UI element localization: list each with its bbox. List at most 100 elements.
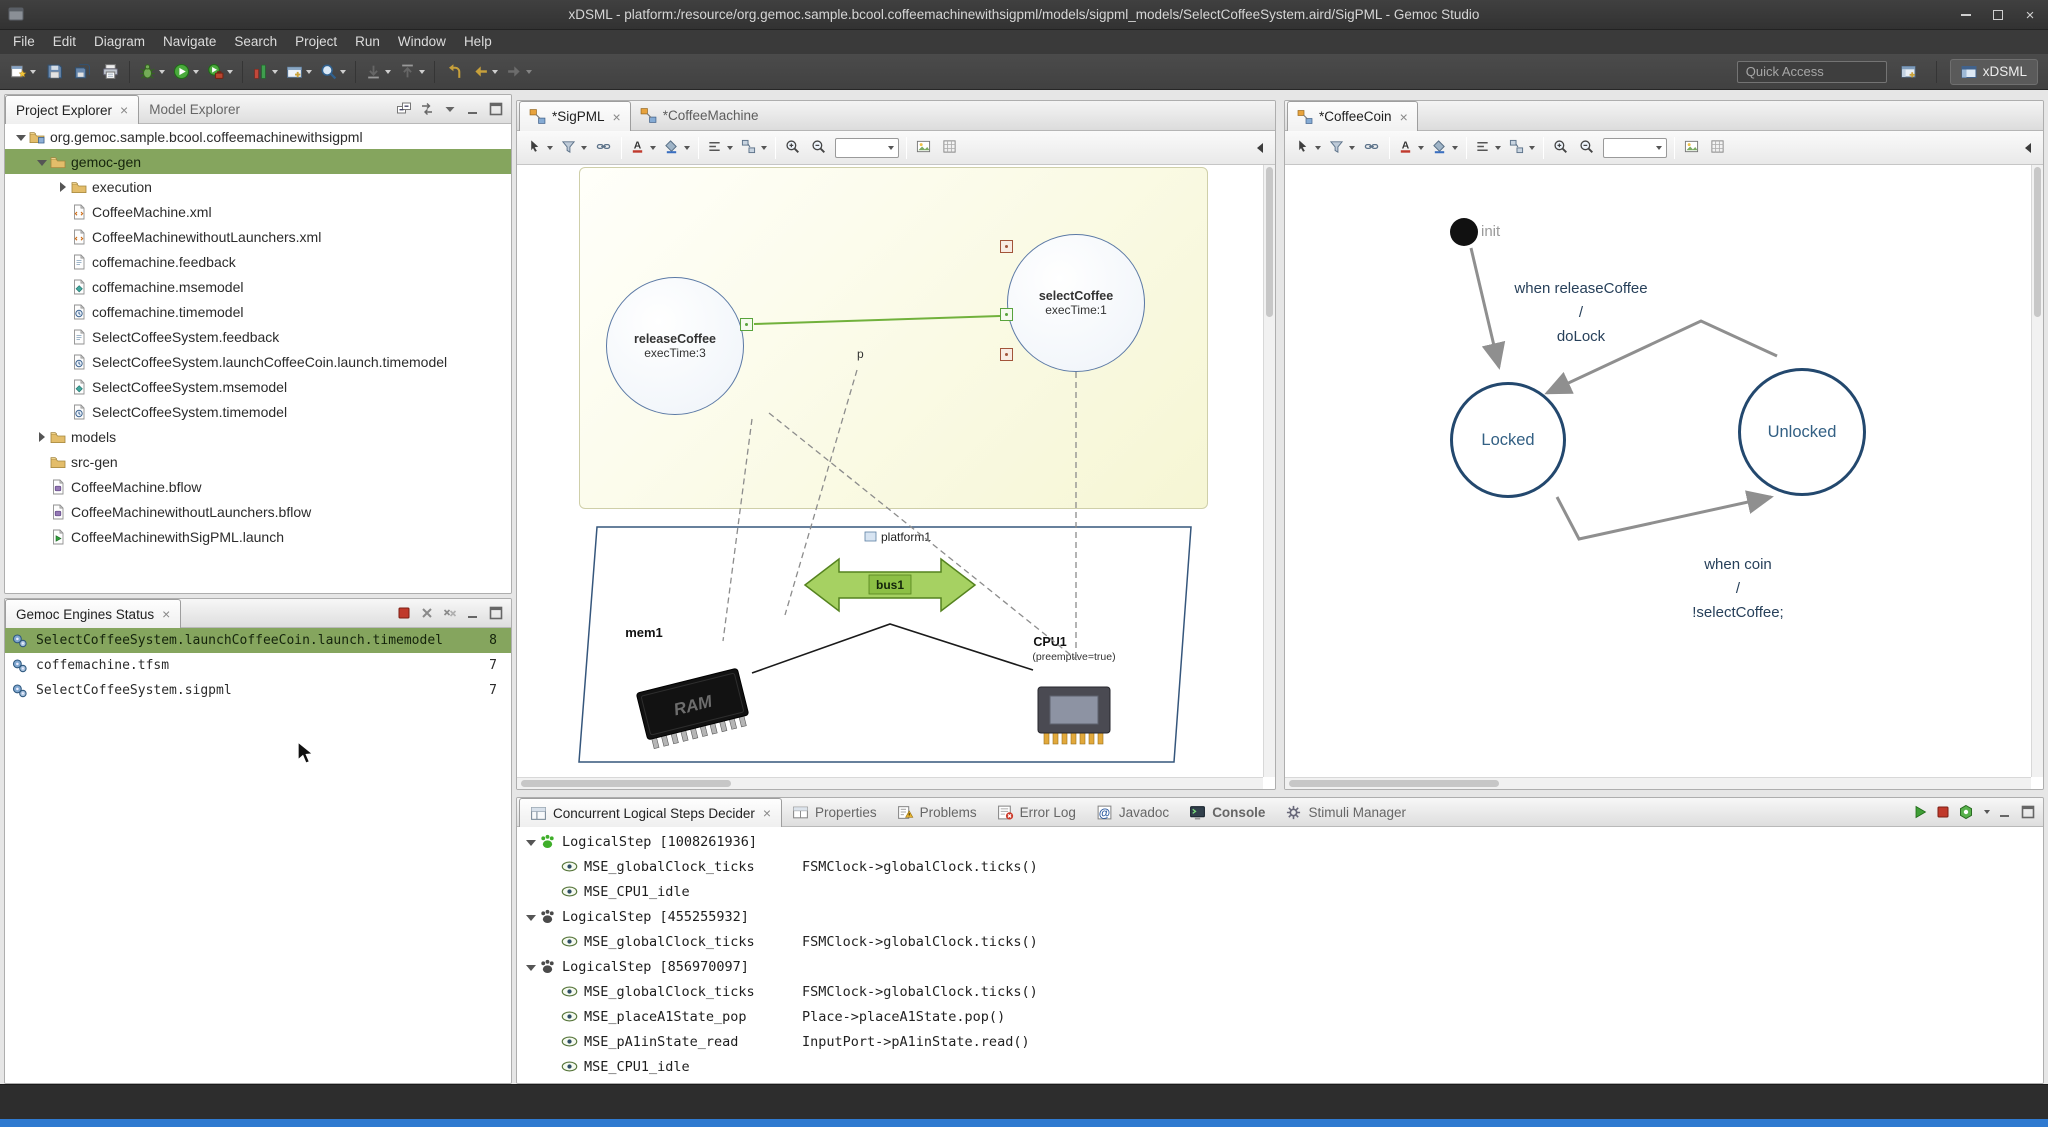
vertical-scrollbar[interactable] xyxy=(1263,165,1275,777)
maximize-view-icon[interactable] xyxy=(2020,804,2036,820)
node-selectCoffee[interactable]: selectCoffee execTime:1 xyxy=(1007,234,1145,372)
expander-expanded-icon[interactable] xyxy=(13,129,29,145)
output-port[interactable] xyxy=(740,318,753,331)
search-button[interactable] xyxy=(317,59,349,85)
tab-error-log[interactable]: Error Log xyxy=(987,798,1086,826)
dropdown-caret-icon[interactable] xyxy=(385,70,391,74)
dropdown-caret-icon[interactable] xyxy=(547,146,553,150)
resume-engine-icon[interactable] xyxy=(1912,804,1928,820)
dropdown-caret-icon[interactable] xyxy=(1315,146,1321,150)
dropdown-caret-icon[interactable] xyxy=(1529,146,1535,150)
view-menu-icon[interactable] xyxy=(442,101,458,117)
collapse-all-icon[interactable] xyxy=(396,101,412,117)
horizontal-scrollbar[interactable] xyxy=(517,777,1263,789)
tree-item[interactable]: src-gen xyxy=(5,449,511,474)
logical-step-row[interactable]: LogicalStep [455255932] xyxy=(517,904,2043,929)
zoom-in-button[interactable] xyxy=(781,136,805,160)
collapse-toolbar-icon[interactable] xyxy=(1253,140,1269,156)
expander-expanded-icon[interactable] xyxy=(523,834,539,850)
stop-engine-icon[interactable] xyxy=(396,605,412,621)
dispose-engine-icon[interactable] xyxy=(419,605,435,621)
tree-item[interactable]: execution xyxy=(5,174,511,199)
logical-step-row[interactable]: LogicalStep [856970097] xyxy=(517,954,2043,979)
dropdown-caret-icon[interactable] xyxy=(684,146,690,150)
coffeecoin-canvas[interactable]: init Locked Unlocked when releaseCoffee … xyxy=(1285,165,2043,789)
tree-item[interactable]: gemoc-gen xyxy=(5,149,511,174)
menu-run[interactable]: Run xyxy=(346,30,389,54)
engine-row[interactable]: SelectCoffeeSystem.launchCoffeeCoin.laun… xyxy=(5,628,511,653)
expander-collapsed-icon[interactable] xyxy=(55,179,71,195)
expander-collapsed-icon[interactable] xyxy=(34,429,50,445)
mse-row[interactable]: MSE_placeA1State_popPlace->placeA1State.… xyxy=(517,1004,2043,1029)
xdsml-perspective-button[interactable]: xDSML xyxy=(1950,59,2038,85)
initial-state[interactable] xyxy=(1450,218,1478,246)
tree-item[interactable]: coffemachine.timemodel xyxy=(5,299,511,324)
debug-button[interactable] xyxy=(136,59,168,85)
menu-help[interactable]: Help xyxy=(455,30,501,54)
close-window-button[interactable]: × xyxy=(2022,7,2038,23)
zoom-combo-select[interactable] xyxy=(1603,138,1667,158)
expander-expanded-icon[interactable] xyxy=(34,154,50,170)
mse-row[interactable]: MSE_globalClock_ticksFSMClock->globalClo… xyxy=(517,929,2043,954)
external-tools-button[interactable] xyxy=(204,59,236,85)
node-releaseCoffee[interactable]: releaseCoffee execTime:3 xyxy=(606,277,744,415)
transition-label-selectcoffee[interactable]: when coin / !selectCoffee; xyxy=(1623,553,1853,625)
sigpml-canvas[interactable]: platform1 mem1 RAM xyxy=(517,165,1275,789)
dropdown-caret-icon[interactable] xyxy=(526,70,532,74)
forward-button[interactable] xyxy=(503,59,535,85)
mse-row[interactable]: MSE_pA1inState_readInputPort->pA1inState… xyxy=(517,1029,2043,1054)
menu-file[interactable]: File xyxy=(4,30,44,54)
grid-button[interactable] xyxy=(1706,136,1730,160)
vertical-scrollbar[interactable] xyxy=(2031,165,2043,777)
dropdown-caret-icon[interactable] xyxy=(650,146,656,150)
dropdown-caret-icon[interactable] xyxy=(30,70,36,74)
tree-item[interactable]: coffemachine.feedback xyxy=(5,249,511,274)
coverage-button[interactable] xyxy=(249,59,281,85)
filters-button[interactable] xyxy=(558,136,590,160)
save-all-button[interactable] xyxy=(69,59,95,85)
tree-item[interactable]: SelectCoffeeSystem.launchCoffeeCoin.laun… xyxy=(5,349,511,374)
grid-button[interactable] xyxy=(938,136,962,160)
tree-item[interactable]: CoffeeMachine.bflow xyxy=(5,474,511,499)
tree-item[interactable]: models xyxy=(5,424,511,449)
minimize-view-icon[interactable] xyxy=(465,605,481,621)
new-wizard-button[interactable] xyxy=(7,59,39,85)
align-button[interactable] xyxy=(704,136,736,160)
tree-item[interactable]: CoffeeMachinewithSigPML.launch xyxy=(5,524,511,549)
close-tab-icon[interactable]: × xyxy=(120,102,128,118)
transition-label-dolock[interactable]: when releaseCoffee / doLock xyxy=(1466,277,1696,349)
arrange-button[interactable] xyxy=(738,136,770,160)
menu-window[interactable]: Window xyxy=(389,30,455,54)
tab-gemoc-engines-status[interactable]: Gemoc Engines Status × xyxy=(5,599,181,628)
dropdown-caret-icon[interactable] xyxy=(1452,146,1458,150)
zoom-combo-select[interactable] xyxy=(835,138,899,158)
export-image-button[interactable] xyxy=(1680,136,1704,160)
fill-color-button[interactable] xyxy=(661,136,693,160)
quick-access-input[interactable] xyxy=(1737,61,1887,83)
save-button[interactable] xyxy=(41,59,67,85)
mse-row[interactable]: MSE_globalClock_ticksFSMClock->globalClo… xyxy=(517,854,2043,879)
tab-coffeemachine[interactable]: *CoffeeMachine xyxy=(631,101,768,130)
run-button[interactable] xyxy=(170,59,202,85)
mse-row[interactable]: MSE_CPU1_idle xyxy=(517,879,2043,904)
dropdown-caret-icon[interactable] xyxy=(227,70,233,74)
engine-row[interactable]: coffemachine.tfsm7 xyxy=(5,653,511,678)
close-tab-icon[interactable]: × xyxy=(162,606,170,622)
back-button[interactable] xyxy=(469,59,501,85)
tree-item[interactable]: org.gemoc.sample.bcool.coffeemachinewith… xyxy=(5,124,511,149)
tab-coffeecoin[interactable]: *CoffeeCoin × xyxy=(1287,101,1418,131)
stop-icon[interactable] xyxy=(1935,804,1951,820)
export-image-button[interactable] xyxy=(912,136,936,160)
dropdown-caret-icon[interactable] xyxy=(761,146,767,150)
zoom-out-button[interactable] xyxy=(1575,136,1599,160)
engine-run-icon[interactable] xyxy=(1958,804,1974,820)
dropdown-caret-icon[interactable] xyxy=(1495,146,1501,150)
menu-project[interactable]: Project xyxy=(286,30,346,54)
dropdown-caret-icon[interactable] xyxy=(888,146,894,150)
dropdown-caret-icon[interactable] xyxy=(1656,146,1662,150)
minimize-view-icon[interactable] xyxy=(1997,804,2013,820)
link-note-button[interactable] xyxy=(1360,136,1384,160)
close-tab-icon[interactable]: × xyxy=(1400,109,1408,125)
link-with-editor-icon[interactable] xyxy=(419,101,435,117)
tree-item[interactable]: CoffeeMachine.xml xyxy=(5,199,511,224)
